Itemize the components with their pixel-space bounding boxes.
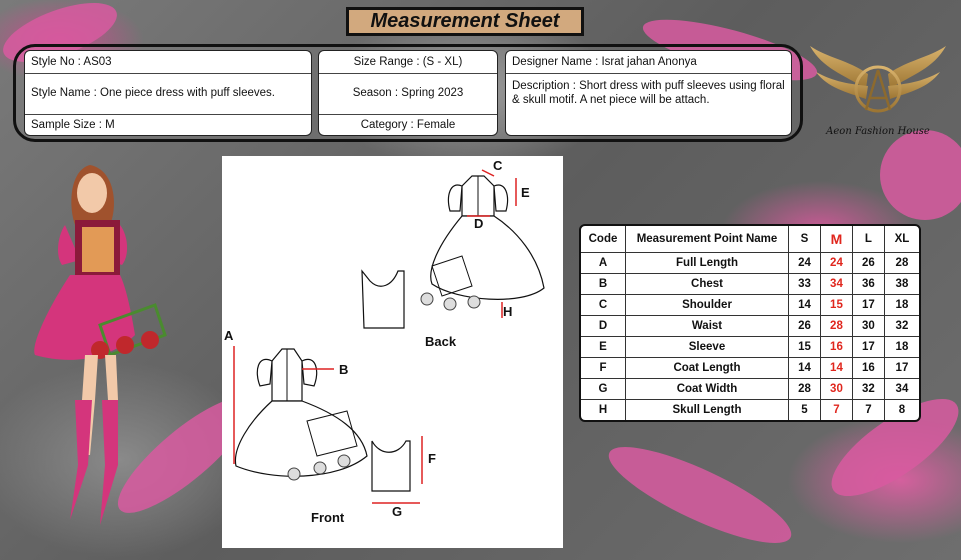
marker-g: G [392, 504, 403, 519]
row-size-m: 28 [820, 316, 853, 338]
row-point-name: Waist [626, 316, 789, 338]
row-size-s: 5 [789, 400, 821, 420]
row-code: G [581, 379, 626, 401]
marker-a: A [224, 328, 234, 343]
row-point-name: Shoulder [626, 295, 789, 317]
row-size-l: 36 [852, 274, 885, 296]
back-view-label: Back [425, 334, 457, 349]
row-size-m: 30 [820, 379, 853, 401]
row-size-xl: 8 [898, 404, 906, 417]
row-size-s: 26 [789, 316, 821, 338]
row-size-l: 30 [852, 316, 885, 338]
row-size-l: 16 [852, 358, 885, 380]
table-row: B Chest 33 34 36 38 [581, 274, 919, 296]
row-code: D [581, 316, 626, 338]
row-size-xl: 38 [884, 274, 919, 296]
season: Season : Spring 2023 [352, 87, 464, 99]
row-size-xl: 18 [884, 337, 919, 359]
row-size-xl: 32 [884, 316, 919, 338]
row-point-name: Chest [626, 274, 789, 296]
sample-size: Sample Size : M [31, 119, 115, 131]
brand-name: Aeon Fashion House [826, 126, 930, 137]
designer-name: Designer Name : Israt jahan Anonya [512, 56, 697, 68]
measurement-table: Code Measurement Point Name S M L XL A F… [579, 224, 921, 422]
header-xl: XL [884, 226, 919, 253]
row-size-xl: 18 [884, 295, 919, 317]
style-info-left: Style No : AS03 Style Name : One piece d… [24, 50, 312, 136]
row-size-l: 17 [852, 295, 885, 317]
marker-f: F [428, 451, 436, 466]
row-size-l: 26 [852, 253, 885, 275]
category: Category : Female [360, 119, 456, 131]
row-size-l: 17 [852, 337, 885, 359]
row-point-name: Full Length [626, 253, 789, 275]
row-size-m: 15 [820, 295, 853, 317]
marker-h: H [503, 304, 513, 319]
header-m: M [820, 226, 853, 253]
technical-sketch [233, 169, 545, 504]
table-row: C Shoulder 14 15 17 18 [581, 295, 919, 317]
row-size-s: 14 [789, 295, 821, 317]
style-info-middle: Size Range : (S - XL) Season : Spring 20… [318, 50, 498, 136]
marker-d: D [474, 216, 484, 231]
table-row: F Coat Length 14 14 16 17 [581, 358, 919, 380]
row-size-s: 15 [789, 337, 821, 359]
table-header-row: Code Measurement Point Name S M L XL [581, 226, 919, 253]
row-code: A [581, 253, 626, 275]
style-info-right: Designer Name : Israt jahan Anonya Descr… [505, 50, 792, 136]
page-title: Measurement Sheet [346, 7, 584, 36]
row-code: E [581, 337, 626, 359]
row-point-name: Coat Length [626, 358, 789, 380]
header-l: L [852, 226, 885, 253]
technical-sketch-panel: A B C D E F G H Back Front [222, 156, 563, 548]
row-size-l: 32 [852, 379, 885, 401]
row-point-name: Coat Width [626, 379, 789, 401]
row-size-m: 24 [820, 253, 853, 275]
marker-b: B [339, 362, 349, 377]
description: Description : Short dress with puff slee… [512, 80, 785, 106]
marker-e: E [521, 185, 530, 200]
row-code: C [581, 295, 626, 317]
row-size-m: 34 [820, 274, 853, 296]
row-size-s: 33 [789, 274, 821, 296]
table-row: E Sleeve 15 16 17 18 [581, 337, 919, 359]
row-size-m: 16 [820, 337, 853, 359]
row-size-xl: 28 [884, 253, 919, 275]
row-size-xl: 17 [884, 358, 919, 380]
row-point-name: Sleeve [626, 337, 789, 359]
row-size-m: 14 [820, 358, 853, 380]
front-view-label: Front [311, 510, 345, 525]
row-size-s: 28 [789, 379, 821, 401]
table-row: A Full Length 24 24 26 28 [581, 253, 919, 275]
header-point-name: Measurement Point Name [626, 226, 789, 253]
table-row: D Waist 26 28 30 32 [581, 316, 919, 338]
style-name: Style Name : One piece dress with puff s… [31, 87, 275, 99]
table-row: H Skull Length 5 7 7 8 [581, 400, 919, 420]
marker-c: C [493, 158, 503, 173]
header-code: Code [581, 226, 626, 253]
row-code: F [581, 358, 626, 380]
header-s: S [789, 226, 821, 253]
model-illustration [34, 165, 167, 525]
row-size-s: 14 [789, 358, 821, 380]
row-size-s: 24 [789, 253, 821, 275]
row-size-m: 7 [821, 400, 853, 420]
table-row: G Coat Width 28 30 32 34 [581, 379, 919, 401]
style-no: Style No : AS03 [31, 56, 112, 68]
row-size-l: 7 [853, 400, 885, 420]
row-code: H [581, 400, 626, 420]
size-range: Size Range : (S - XL) [353, 56, 463, 68]
row-code: B [581, 274, 626, 296]
row-point-name: Skull Length [626, 400, 789, 420]
row-size-xl: 34 [884, 379, 919, 401]
